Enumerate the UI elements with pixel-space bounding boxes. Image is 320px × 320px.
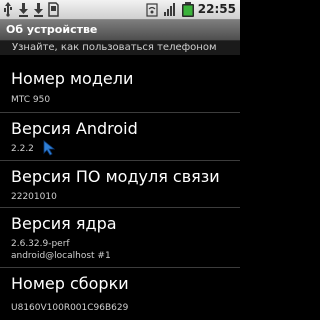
list-item-build-number[interactable]: Номер сборки U8160V100R001C96B629 (0, 273, 240, 319)
title-bar: Об устройстве (0, 20, 240, 41)
download-icon (19, 3, 28, 17)
android-version-value: 2.2.2 (11, 144, 34, 154)
usb-icon (4, 2, 12, 17)
status-bar[interactable]: 22:55 (0, 0, 240, 20)
divider (0, 207, 240, 208)
divider (0, 267, 240, 268)
battery-icon (182, 2, 194, 17)
list-item-baseband-version[interactable]: Версия ПО модуля связи 22201010 (0, 166, 240, 212)
list-item-model-number[interactable]: Номер модели MTC 950 (0, 68, 240, 114)
baseband-version-value: 22201010 (11, 192, 57, 202)
pointer-cursor-icon (43, 140, 56, 156)
wifi-icon (146, 3, 158, 17)
android-version-title: Версия Android (11, 119, 138, 138)
list-item-android-version[interactable]: Версия Android 2.2.2 (0, 118, 240, 164)
page-title: Об устройстве (6, 23, 98, 36)
signal-icon (164, 3, 175, 16)
kernel-version-title: Версия ядра (11, 214, 117, 233)
build-number-title: Номер сборки (11, 274, 129, 293)
kernel-version-value: 2.6.32.9-perf (11, 239, 70, 249)
baseband-version-title: Версия ПО модуля связи (11, 167, 220, 186)
list-item-kernel-version[interactable]: Версия ядра 2.6.32.9-perf android@localh… (0, 213, 240, 269)
clock: 22:55 (197, 2, 236, 16)
sdcard-icon (48, 2, 59, 17)
divider (0, 160, 240, 161)
download-icon (34, 3, 43, 17)
kernel-build-host-value: android@localhost #1 (11, 251, 111, 261)
model-number-title: Номер модели (11, 69, 134, 88)
how-to-use-link[interactable]: Узнайте, как пользоваться телефоном (0, 41, 240, 55)
how-to-use-label: Узнайте, как пользоваться телефоном (12, 42, 217, 53)
build-number-value: U8160V100R001C96B629 (11, 303, 129, 313)
model-number-value: MTC 950 (11, 95, 51, 105)
divider (0, 112, 240, 113)
